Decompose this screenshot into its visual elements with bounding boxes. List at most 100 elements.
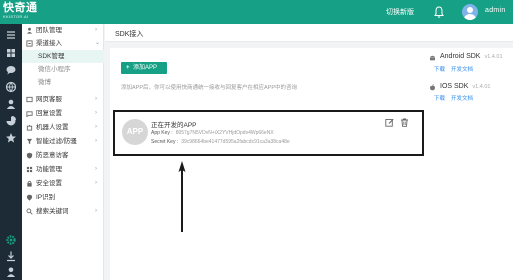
menu-item-security[interactable]: 安全设置 › [22,177,104,190]
shield-icon [26,152,33,159]
web-icon [26,96,33,103]
logo-subtext: KKISTOR.AI [3,14,29,19]
filter-icon [26,138,33,145]
username-label[interactable]: admin [485,7,506,14]
menu-label: 搜索关键词 [36,208,69,215]
menu-item-reply[interactable]: 回复设置 › [22,107,104,120]
robot-icon [26,124,33,131]
star-icon[interactable] [5,132,17,144]
add-app-button[interactable]: + 添加APP [121,62,167,74]
hint-text: 添加APP后，你可以使用快商通统一接收与回复客户在相应APP中的咨询 [121,85,298,91]
brand-logo[interactable]: 快奇通 KKISTOR.AI [3,2,43,22]
team-icon [26,27,33,34]
menu-label: SDK管理 [38,53,65,60]
chevron-right-icon: › [95,27,97,33]
ios-sdk-title: IOS SDK v1.4.01 [440,83,490,90]
menu-label: 安全设置 [36,180,62,187]
ip-icon [26,194,33,201]
plus-icon: + [126,65,130,71]
ios-docs-link[interactable]: 开发文档 [451,96,473,102]
add-app-label: 添加APP [133,65,158,71]
app-name: 正在开发的APP [151,122,197,129]
icon-rail [0,24,22,280]
android-icon [430,55,435,61]
app-key-row: App Key :8057g7N5VDvN+iX2YVHjdOpdv4Wp66e… [151,130,274,136]
menu-item-filter[interactable]: 智能过滤/防骚 › [22,135,104,148]
side-menu: 团队管理 › 渠道接入 ⌄ SDK管理 微信小程序 微博 网页客服 › 回复设置… [22,24,104,280]
app-card: APP 正在开发的APP App Key :8057g7N5VDvN+iX2YV… [113,110,424,156]
menu-item-function[interactable]: 功能管理 › [22,163,104,176]
android-sdk-name: Android SDK [440,53,481,60]
user-icon[interactable] [5,98,17,110]
android-sdk-title: Android SDK v1.4.01 [440,53,503,60]
secret-key-label: Secret Key : [151,139,179,145]
ios-download-link[interactable]: 下载 [434,96,445,102]
chevron-right-icon: › [95,124,97,130]
android-sdk-links: 下载 开发文档 [434,65,479,73]
menu-item-channel[interactable]: 渠道接入 ⌄ [22,37,104,50]
menu-item-sdk[interactable]: SDK管理 [22,50,104,63]
menu-item-anti-malicious[interactable]: 防恶意访客 [22,149,104,162]
search-icon [26,208,33,215]
menu-label: 网页客服 [36,96,62,103]
top-header: 快奇通 KKISTOR.AI 切换新版 admin [0,0,513,24]
menu-item-web[interactable]: 网页客服 › [22,93,104,106]
chevron-right-icon: › [95,110,97,116]
chevron-right-icon: › [95,138,97,144]
menu-label: IP识别 [36,194,56,201]
menu-item-robot[interactable]: 机器人设置 › [22,121,104,134]
ios-sdk-name: IOS SDK [440,83,469,90]
menu-label: 渠道接入 [36,40,62,47]
menu-icon[interactable] [5,29,17,41]
menu-label: 团队管理 [36,27,62,34]
secret-key-value: 39c98664be41477d595a2fabcdc91ca3a38ca48e [181,139,290,145]
android-docs-link[interactable]: 开发文档 [451,67,473,73]
menu-label: 功能管理 [36,166,62,173]
ios-sdk-version: v1.4.01 [472,84,491,90]
globe-icon[interactable] [5,81,17,93]
menu-item-team[interactable]: 团队管理 › [22,24,104,37]
menu-item-keyword[interactable]: 搜索关键词 › [22,205,104,218]
chevron-down-icon: ⌄ [95,40,101,46]
app-key-label: App Key : [151,130,173,136]
logo-text: 快奇通 [3,2,38,14]
app-avatar: APP [122,119,148,145]
apple-icon [430,84,435,91]
chevron-right-icon: › [95,208,97,214]
func-icon [26,166,33,173]
menu-item-weibo[interactable]: 微博 [22,76,104,89]
switch-version-link[interactable]: 切换新版 [386,7,414,17]
menu-item-ip[interactable]: IP识别 [22,191,104,204]
lock-icon [27,180,32,187]
secret-key-row: Secret Key :39c98664be41477d595a2fabcdc9… [151,139,290,145]
breadcrumb: SDK接入 [105,24,513,42]
chat-icon[interactable] [5,64,17,76]
chart-icon[interactable] [5,115,17,127]
settings-icon[interactable] [5,234,17,246]
android-sdk-version: v1.4.01 [484,54,503,60]
chevron-right-icon: › [95,180,97,186]
grid-icon[interactable] [5,47,17,59]
download-icon[interactable] [5,250,17,262]
edit-icon[interactable] [385,118,394,127]
annotation-arrow [178,161,186,232]
delete-icon[interactable] [400,118,409,127]
menu-label: 微信小程序 [38,66,71,73]
menu-label: 微博 [38,79,51,86]
bell-icon[interactable] [433,5,445,19]
chevron-right-icon: › [95,166,97,172]
app-key-value: 8057g7N5VDvN+iX2YVHjdOpdv4Wp66eNX [175,130,274,136]
menu-label: 防恶意访客 [36,152,69,159]
menu-label: 智能过滤/防骚 [36,138,77,145]
page-title: SDK接入 [115,31,144,38]
ios-sdk-links: 下载 开发文档 [434,94,479,102]
chevron-right-icon: › [95,96,97,102]
channel-icon [26,40,33,47]
menu-label: 回复设置 [36,110,62,117]
menu-item-miniprogram[interactable]: 微信小程序 [22,63,104,76]
menu-label: 机器人设置 [36,124,69,131]
person-icon[interactable] [5,266,17,278]
android-download-link[interactable]: 下载 [434,67,445,73]
user-avatar[interactable] [462,4,478,20]
reply-icon [26,111,33,117]
